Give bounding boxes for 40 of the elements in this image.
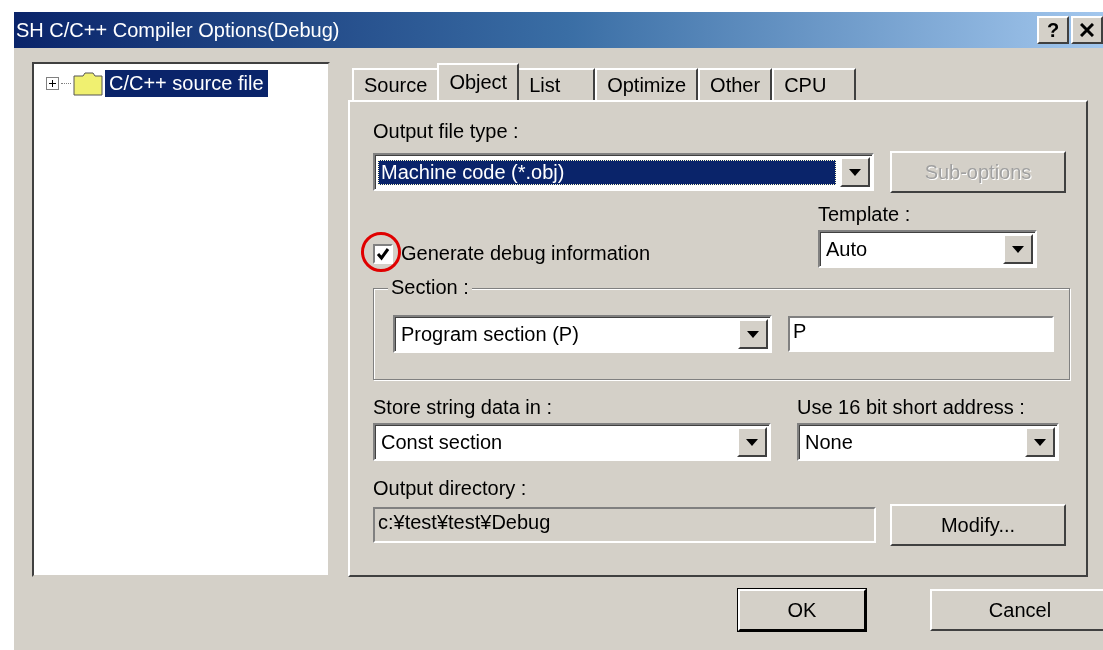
template-dropdown[interactable]: Auto [818, 230, 1037, 268]
help-button[interactable]: ? [1037, 16, 1069, 44]
tab[interactable]: Source [352, 68, 440, 100]
store-string-dropdown[interactable]: Const section [373, 423, 771, 461]
close-button[interactable] [1071, 16, 1103, 44]
tab[interactable]: Object [437, 63, 520, 100]
tab[interactable]: CPU [772, 68, 857, 100]
dropdown-arrow-button[interactable] [738, 319, 768, 349]
dropdown-arrow-button[interactable] [1025, 427, 1055, 457]
short-address-label: Use 16 bit short address : [797, 396, 1026, 419]
checkbox[interactable] [373, 243, 393, 264]
section-dropdown[interactable]: Program section (P) [393, 315, 772, 353]
close-icon [1080, 23, 1094, 37]
checkbox-label[interactable]: Generate debug information [401, 242, 651, 265]
tab[interactable]: Other [698, 68, 773, 100]
store-string-label: Store string data in : [373, 396, 553, 419]
down-arrow-icon [746, 438, 758, 446]
dialog-button[interactable]: Cancel [930, 589, 1103, 631]
expand-icon[interactable] [46, 77, 59, 90]
modify-button[interactable]: Modify... [890, 504, 1066, 546]
down-arrow-icon [747, 330, 759, 338]
tab[interactable]: Optimize [595, 68, 699, 100]
down-arrow-icon [1034, 438, 1046, 446]
output-directory-label: Output directory : [373, 477, 527, 500]
dropdown-arrow-button[interactable] [840, 157, 870, 187]
template-label: Template : [818, 203, 912, 226]
output-directory-field[interactable]: c:¥test¥test¥Debug [373, 507, 876, 543]
window-title: SH C/C++ Compiler Options(Debug) [15, 18, 340, 42]
short-address-dropdown[interactable]: None [797, 423, 1059, 461]
dropdown-arrow-button[interactable] [737, 427, 767, 457]
output-type-label: Output file type : [373, 120, 519, 143]
section-name-field[interactable]: P [788, 316, 1054, 352]
tab[interactable]: List [517, 68, 596, 100]
output-type-dropdown[interactable]: Machine code (*.obj) [373, 153, 874, 191]
down-arrow-icon [849, 168, 861, 176]
dialog-button[interactable]: OK [738, 589, 866, 631]
tree-item[interactable]: C/C++ source file [105, 70, 268, 97]
dropdown-arrow-button[interactable] [1003, 234, 1033, 264]
folder-icon [73, 71, 103, 96]
down-arrow-icon [1012, 245, 1024, 253]
